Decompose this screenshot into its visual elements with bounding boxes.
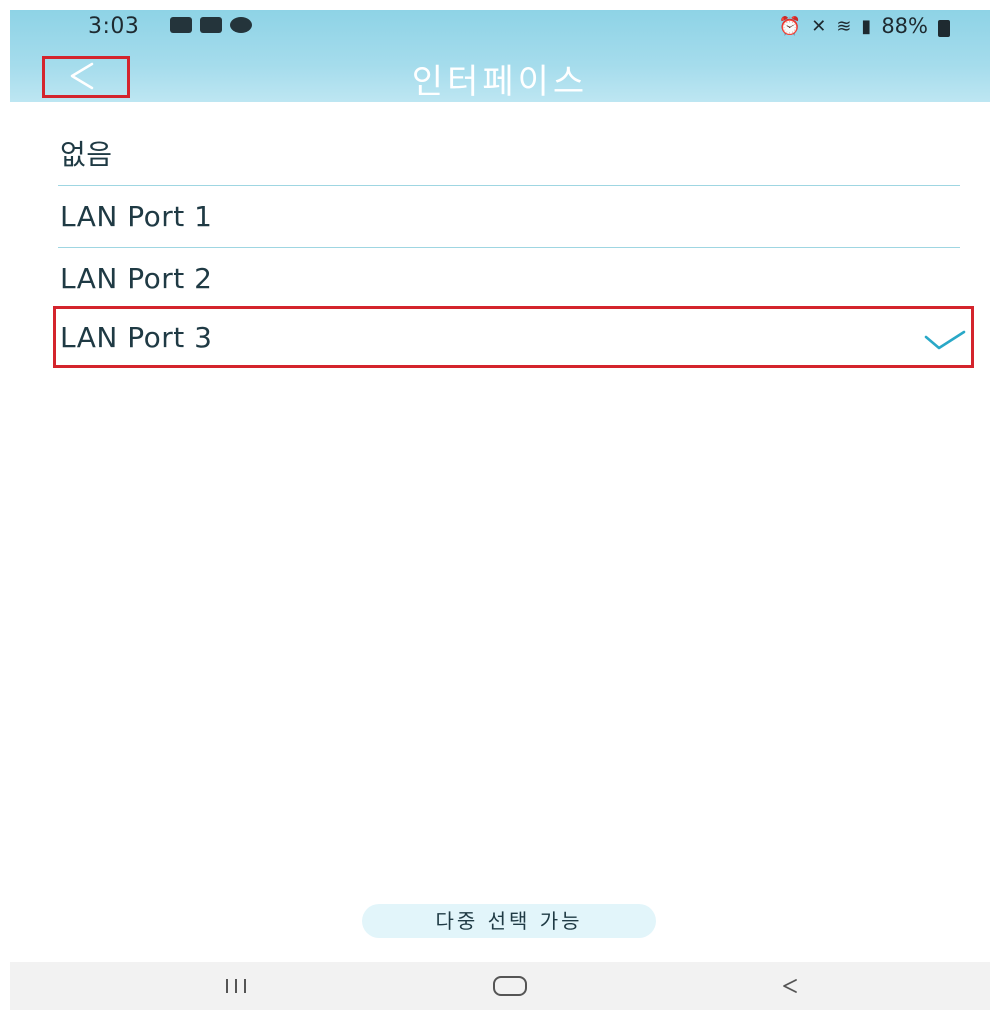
list-item-none[interactable]: 없음 <box>58 124 960 186</box>
page-title: 인터페이스 <box>411 62 589 102</box>
screen: 3:03 ⏰ ✕ ≋ ▮ 88% 인터페이스 없음 LAN Port 1 LAN… <box>10 10 990 1010</box>
status-right: ⏰ ✕ ≋ ▮ 88% <box>779 14 950 38</box>
alarm-icon: ⏰ <box>778 15 802 37</box>
home-button[interactable] <box>480 962 540 1010</box>
list-item-lan-port-3[interactable]: LAN Port 3 <box>53 306 974 368</box>
recent-apps-icon <box>226 979 246 993</box>
kakaotalk-icon <box>230 17 252 33</box>
battery-percent: 88% <box>881 14 928 38</box>
list-item-row: LAN Port 3 <box>58 307 960 368</box>
list-item-label: LAN Port 1 <box>60 200 213 233</box>
recent-apps-button[interactable] <box>206 962 266 1010</box>
youtube-icon <box>200 17 222 33</box>
interface-list: 없음 LAN Port 1 LAN Port 2 <box>58 124 960 309</box>
multi-select-badge: 다중 선택 가능 <box>362 904 656 938</box>
list-item-label: LAN Port 3 <box>60 321 213 354</box>
checkmark-icon <box>924 330 966 350</box>
status-time: 3:03 <box>88 14 140 39</box>
header: 3:03 ⏰ ✕ ≋ ▮ 88% 인터페이스 <box>10 10 990 102</box>
home-icon <box>493 976 527 996</box>
list-item-label: 없음 <box>60 138 113 171</box>
wifi-icon: ≋ <box>836 15 852 37</box>
battery-icon <box>938 19 950 37</box>
list-item-lan-port-2[interactable]: LAN Port 2 <box>58 248 960 309</box>
title-bar: 인터페이스 <box>10 46 990 102</box>
signal-icon: ▮ <box>861 15 872 37</box>
system-back-button[interactable] <box>760 962 820 1010</box>
navigation-bar <box>10 962 990 1010</box>
gallery-icon <box>170 17 192 33</box>
mute-icon: ✕ <box>811 15 827 37</box>
list-item-label: LAN Port 2 <box>60 262 213 295</box>
status-bar: 3:03 ⏰ ✕ ≋ ▮ 88% <box>10 10 990 44</box>
list-item-lan-port-1[interactable]: LAN Port 1 <box>58 186 960 248</box>
notification-icons <box>170 17 252 33</box>
back-icon <box>783 979 797 993</box>
